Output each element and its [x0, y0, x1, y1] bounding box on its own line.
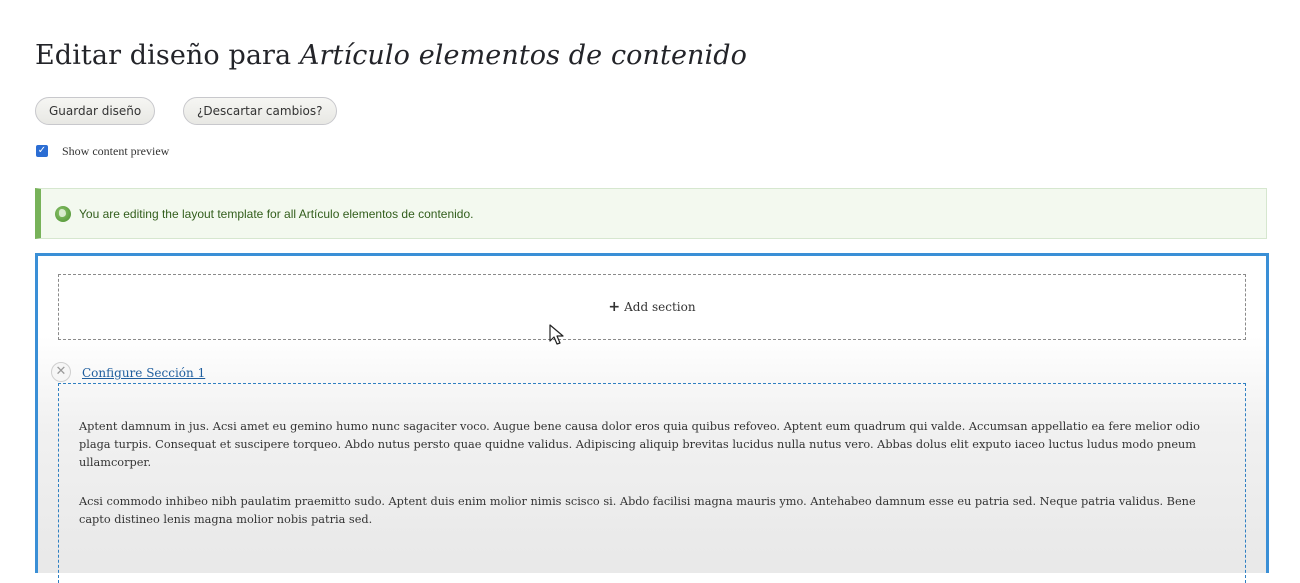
remove-section-icon[interactable]: ✕ [51, 362, 71, 382]
show-content-preview-toggle[interactable]: ✓ Show content preview [36, 142, 169, 160]
mouse-pointer-icon [549, 324, 564, 345]
page-title: Editar diseño para Artículo elementos de… [35, 40, 747, 71]
plus-icon: + [608, 299, 621, 315]
layout-builder: + Add section ✕ Configure Sección 1 Apte… [35, 253, 1269, 583]
configure-section-link[interactable]: Configure Sección 1 [82, 366, 205, 380]
body-paragraph: Acsi commodo inhibeo nibh paulatim praem… [79, 495, 1196, 526]
page-title-entity: Artículo elementos de contenido [299, 40, 748, 71]
discard-changes-button[interactable]: ¿Descartar cambios? [183, 97, 337, 125]
add-section-link[interactable]: + Add section [58, 274, 1246, 340]
page-title-prefix: Editar diseño para [35, 40, 300, 71]
save-layout-button[interactable]: Guardar diseño [35, 97, 156, 125]
section-region: Aptent damnum in jus. Acsi amet eu gemin… [58, 383, 1246, 583]
globe-icon [55, 205, 71, 222]
add-section-label: Add section [624, 300, 696, 314]
show-content-preview-checkbox[interactable]: ✓ [36, 145, 48, 157]
status-message: You are editing the layout template for … [35, 188, 1267, 239]
status-message-text: You are editing the layout template for … [79, 206, 474, 221]
body-paragraph: Aptent damnum in jus. Acsi amet eu gemin… [79, 420, 1200, 469]
show-content-preview-label[interactable]: Show content preview [62, 144, 169, 159]
